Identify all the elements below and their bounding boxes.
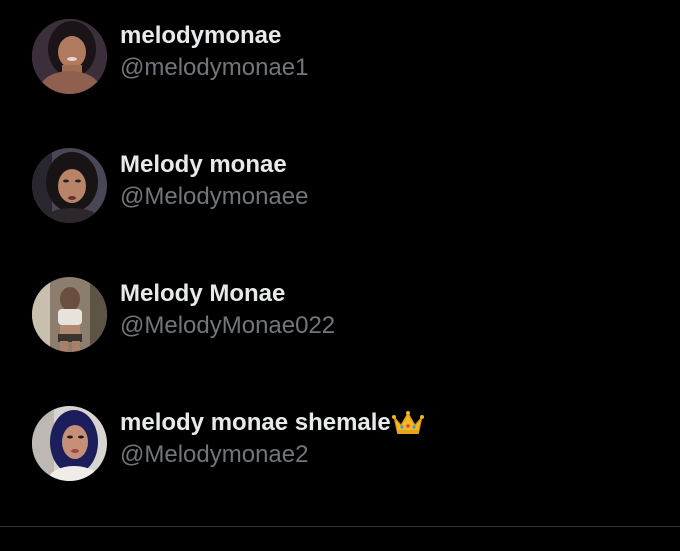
- avatar[interactable]: [32, 406, 107, 481]
- handle: @Melodymonaee: [120, 183, 309, 210]
- account-row[interactable]: Melody Monae @MelodyMonae022: [0, 265, 680, 365]
- account-row[interactable]: melodymonae @melodymonae1: [0, 7, 680, 107]
- account-list: melodymonae @melodymonae1 Melody monae @…: [0, 0, 680, 527]
- account-row[interactable]: melody monae shemale @Melodymonae2: [0, 394, 680, 494]
- avatar[interactable]: [32, 277, 107, 352]
- display-name-text: melody monae shemale: [120, 409, 391, 436]
- handle: @melodymonae1: [120, 54, 309, 81]
- avatar[interactable]: [32, 148, 107, 223]
- display-name: melody monae shemale: [120, 408, 424, 443]
- handle: @MelodyMonae022: [120, 312, 336, 339]
- handle: @Melodymonae2: [120, 441, 309, 468]
- display-name: Melody monae: [120, 151, 287, 178]
- display-name: melodymonae: [120, 22, 282, 49]
- display-name: Melody Monae: [120, 280, 286, 307]
- account-row[interactable]: Melody monae @Melodymonaee: [0, 136, 680, 236]
- crown-icon: [391, 409, 424, 443]
- avatar[interactable]: [32, 19, 107, 94]
- divider: [0, 526, 680, 527]
